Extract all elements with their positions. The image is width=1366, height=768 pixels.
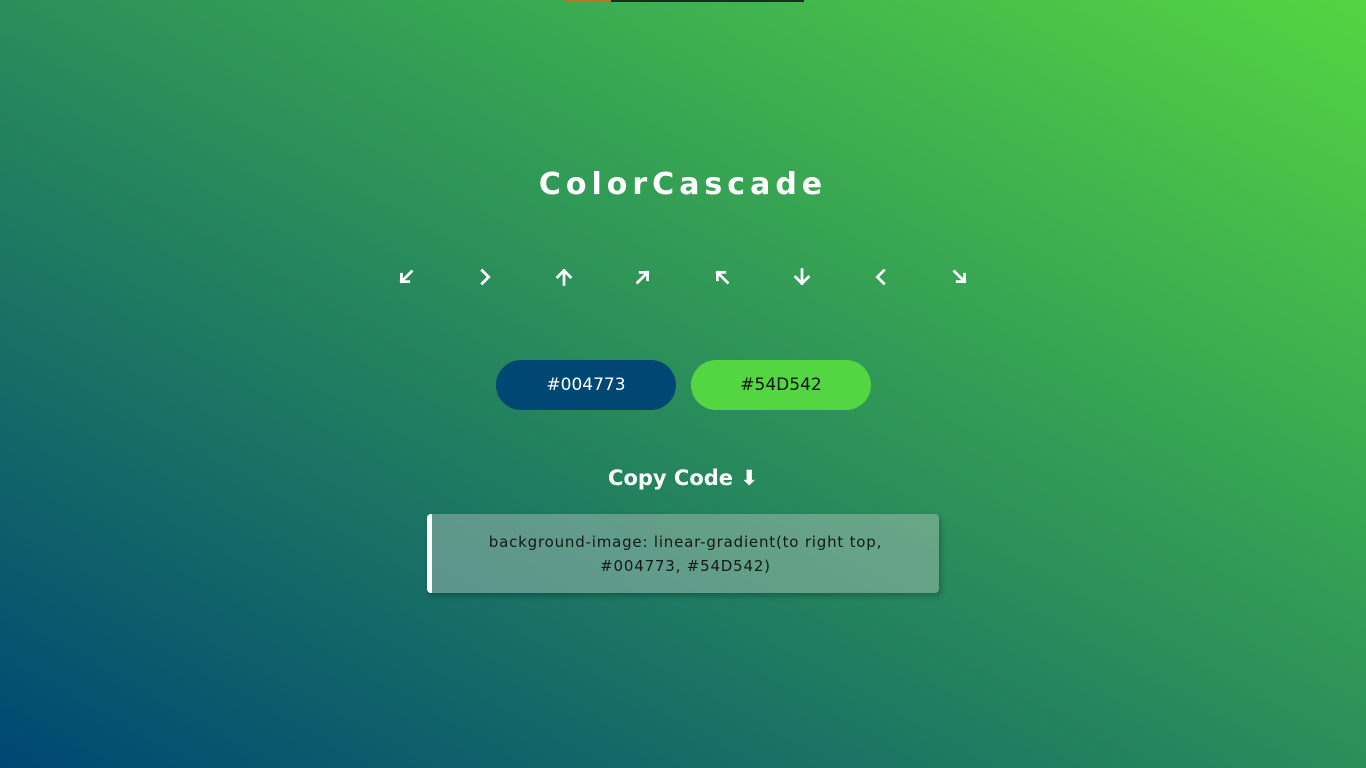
- arrow-up-left-icon: [715, 270, 730, 285]
- arrow-up-icon: [555, 268, 573, 286]
- first-color-picker[interactable]: #004773: [496, 360, 676, 410]
- arrow-down-left-icon: [399, 269, 414, 284]
- top-strip-accent: [563, 0, 611, 2]
- direction-left-top-button[interactable]: [707, 262, 737, 292]
- css-code-text: background-image: linear-gradient(to rig…: [488, 532, 883, 575]
- direction-top-button[interactable]: [549, 262, 579, 292]
- chevron-left-icon: [875, 268, 886, 286]
- app-title: ColorCascade: [538, 167, 828, 202]
- direction-bottom-right-button[interactable]: [945, 262, 975, 292]
- second-color-picker[interactable]: #54D542: [691, 360, 871, 410]
- css-code-output[interactable]: background-image: linear-gradient(to rig…: [427, 514, 939, 593]
- direction-bottom-left-button[interactable]: [391, 262, 421, 292]
- chevron-right-icon: [480, 268, 491, 286]
- copy-code-heading: Copy Code ⬇: [608, 466, 758, 490]
- direction-left-button[interactable]: [866, 262, 896, 292]
- arrow-up-right-icon: [635, 270, 650, 285]
- arrow-down-right-icon: [952, 269, 967, 284]
- direction-selector: [0, 262, 1366, 292]
- direction-bottom-button[interactable]: [787, 262, 817, 292]
- top-strip: [563, 0, 804, 2]
- top-strip-line: [611, 0, 804, 2]
- arrow-down-icon: [793, 268, 811, 286]
- direction-right-button[interactable]: [470, 262, 500, 292]
- direction-right-top-button[interactable]: [628, 262, 658, 292]
